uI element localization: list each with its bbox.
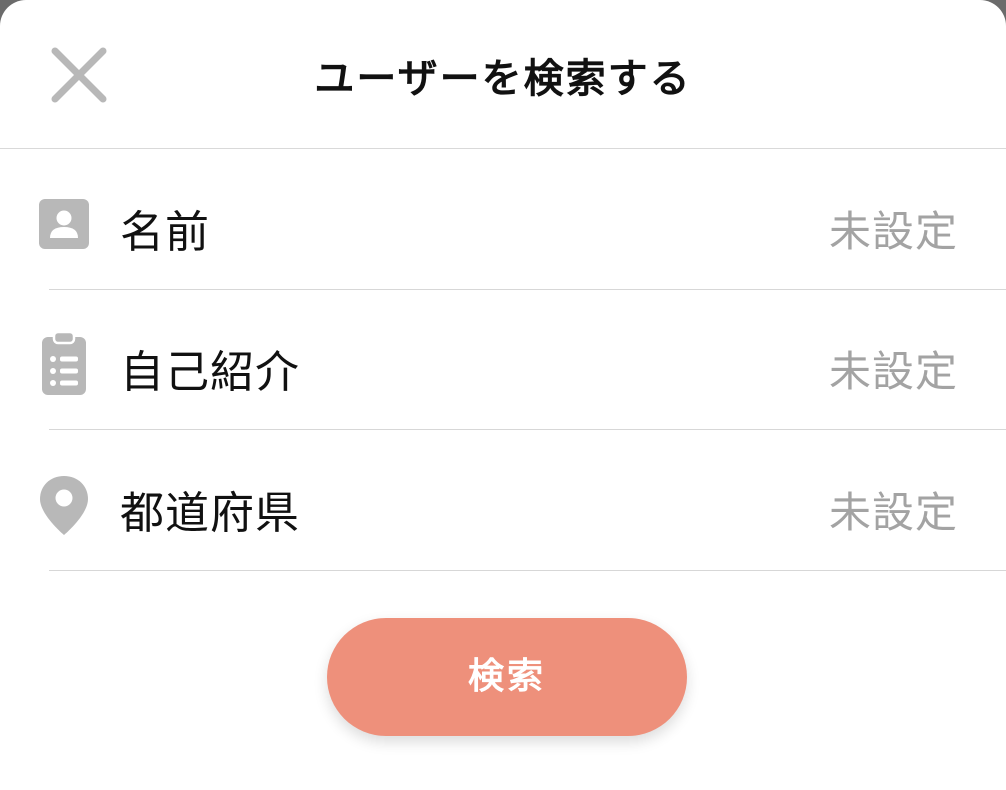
modal-header: ユーザーを検索する <box>0 0 1006 149</box>
search-users-modal: ユーザーを検索する 名前 未設定 自己紹介 未設定 都道府県 未設定 検索 <box>0 0 1006 790</box>
field-value-self-intro: 未設定 <box>828 347 958 396</box>
clipboard-icon <box>36 330 92 395</box>
person-icon <box>36 194 92 254</box>
row-divider <box>49 429 1006 430</box>
field-row-prefecture[interactable]: 都道府県 未設定 <box>0 431 1006 571</box>
field-value-prefecture: 未設定 <box>828 488 958 537</box>
modal-title: ユーザーを検索する <box>314 56 692 102</box>
search-button[interactable]: 検索 <box>327 618 687 736</box>
field-row-self-intro[interactable]: 自己紹介 未設定 <box>0 290 1006 430</box>
field-label-prefecture: 都道府県 <box>120 488 300 539</box>
row-divider <box>49 570 1006 571</box>
field-value-name: 未設定 <box>828 207 958 256</box>
field-label-self-intro: 自己紹介 <box>120 347 300 398</box>
field-row-name[interactable]: 名前 未設定 <box>0 150 1006 290</box>
field-label-name: 名前 <box>120 207 210 258</box>
location-pin-icon <box>36 475 92 535</box>
